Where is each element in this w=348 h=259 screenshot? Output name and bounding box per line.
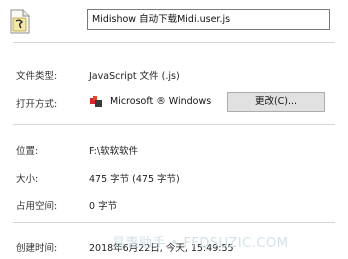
created-label: 创建时间: xyxy=(16,243,58,254)
size-label: 大小: xyxy=(16,174,39,185)
size-on-disk-value: 0 字节 xyxy=(89,201,118,212)
location-value: F:\软软软件 xyxy=(89,146,139,157)
javascript-file-icon xyxy=(9,9,31,34)
size-on-disk-label: 占用空间: xyxy=(16,201,58,212)
divider xyxy=(13,222,335,223)
file-name-input[interactable]: Midishow 自动下载Midi.user.js xyxy=(87,9,330,30)
created-value: 2018年6月22日, 今天, 15:49:55 xyxy=(89,243,234,254)
location-label: 位置: xyxy=(16,146,39,157)
divider xyxy=(13,124,335,125)
file-type-label: 文件类型: xyxy=(16,71,58,82)
change-button[interactable]: 更改(C)... xyxy=(227,92,325,112)
divider xyxy=(13,42,335,43)
windows-script-host-icon xyxy=(89,95,103,109)
size-value: 475 字节 (475 字节) xyxy=(89,174,180,185)
opens-with-label: 打开方式: xyxy=(16,99,58,110)
opens-with-app-name: Microsoft ® Windows xyxy=(110,96,212,107)
file-type-value: JavaScript 文件 (.js) xyxy=(89,71,180,82)
